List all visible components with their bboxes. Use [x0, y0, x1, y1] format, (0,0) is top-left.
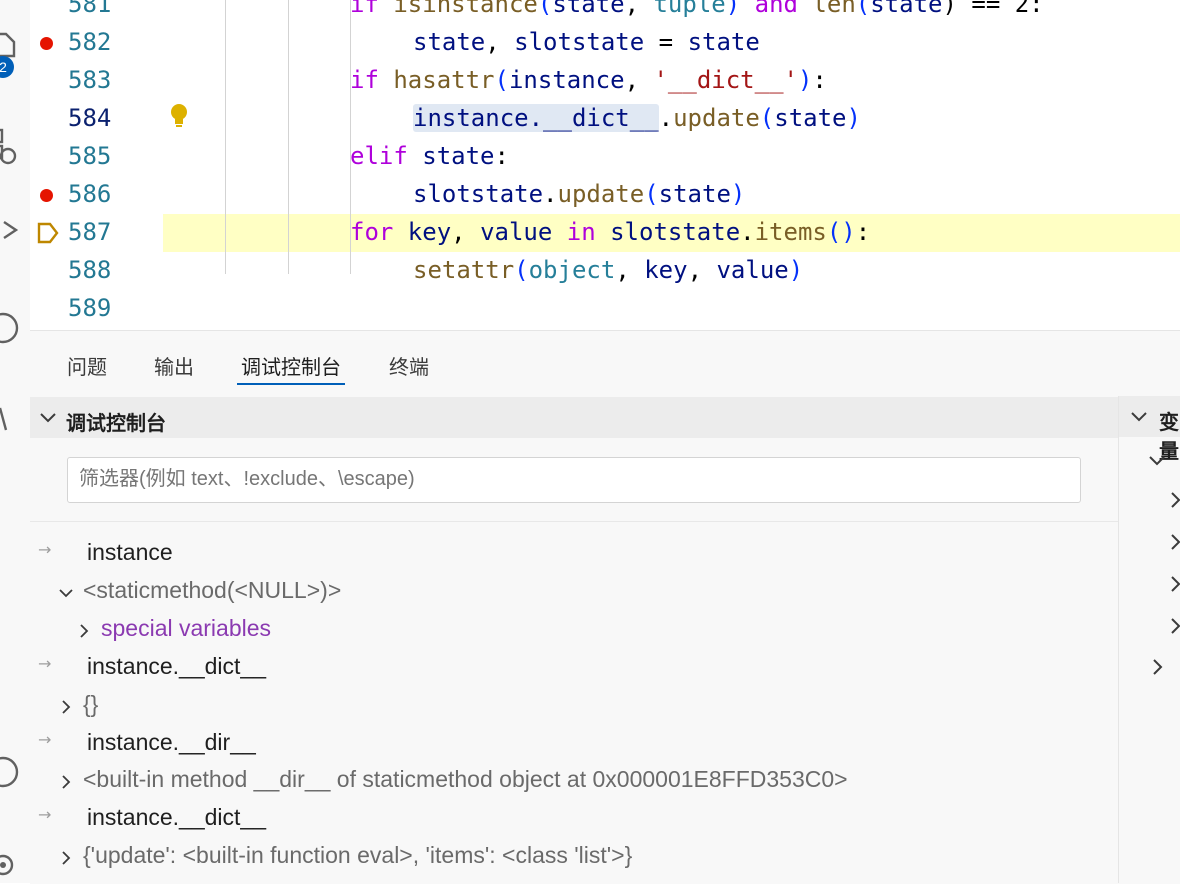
- account-icon[interactable]: [0, 752, 20, 792]
- tab-problems[interactable]: 问题: [67, 351, 107, 380]
- extensions-icon[interactable]: [0, 126, 20, 166]
- console-text: instance.__dict__: [87, 804, 267, 831]
- chevron-right-icon[interactable]: [1165, 616, 1180, 636]
- chevron-right-icon[interactable]: [58, 699, 74, 715]
- console-text: special variables: [101, 614, 272, 641]
- line-number: 584: [68, 104, 112, 132]
- section-title: 调试控制台: [66, 413, 166, 435]
- code-text[interactable]: slotstate.update(state): [413, 180, 745, 208]
- variables-header[interactable]: 变量: [1119, 396, 1180, 463]
- panel-tabs: 问题 输出 调试控制台 终端: [30, 331, 1180, 397]
- code-text[interactable]: if isinstance(state, tuple) and len(stat…: [350, 0, 1044, 18]
- line-number: 587: [68, 218, 112, 246]
- chevron-right-icon[interactable]: [1165, 490, 1180, 510]
- testing-icon[interactable]: [0, 404, 20, 434]
- line-number: 582: [68, 28, 112, 56]
- indent-guide: [288, 0, 289, 274]
- bottom-panel: 问题 输出 调试控制台 终端 调试控制台 → instance <staticmet…: [30, 330, 1180, 884]
- indent-guide: [225, 0, 226, 274]
- console-filter: [67, 457, 1081, 503]
- chevron-right-icon[interactable]: [76, 623, 92, 639]
- input-arrow-icon: →: [38, 729, 52, 749]
- console-text: {}: [83, 690, 99, 717]
- chevron-right-icon[interactable]: [1147, 657, 1167, 677]
- console-input-row[interactable]: → instance: [30, 536, 1118, 574]
- tab-debug-console[interactable]: 调试控制台: [237, 351, 345, 385]
- tab-terminal[interactable]: 终端: [389, 351, 429, 380]
- line-number: 581: [68, 0, 112, 18]
- code-line[interactable]: [30, 138, 1180, 176]
- active-tab-indicator: [237, 383, 345, 385]
- console-input-row[interactable]: → instance.__dict__: [30, 801, 1118, 839]
- indent-guide: [350, 0, 351, 274]
- activity-bar: 2: [0, 0, 31, 883]
- console-special-row[interactable]: special variables: [30, 612, 1118, 650]
- console-text: instance.__dict__: [87, 652, 267, 679]
- line-number: 585: [68, 142, 112, 170]
- chevron-right-icon[interactable]: [1165, 574, 1180, 594]
- console-text: instance: [87, 539, 173, 565]
- code-text[interactable]: for key, value in slotstate.items():: [350, 218, 870, 246]
- breakpoint-icon[interactable]: [40, 37, 53, 50]
- chevron-right-icon[interactable]: [58, 850, 74, 866]
- code-line[interactable]: [30, 290, 1180, 328]
- console-input-row[interactable]: → instance.__dir__: [30, 726, 1118, 764]
- code-text[interactable]: instance.__dict__.update(state): [413, 104, 861, 132]
- chevron-down-icon: [1131, 412, 1147, 422]
- input-arrow-icon: →: [38, 805, 52, 825]
- chevron-right-icon[interactable]: [58, 774, 74, 790]
- console-input-row[interactable]: → instance.__dict__: [30, 650, 1118, 688]
- code-text[interactable]: setattr(object, key, value): [413, 256, 803, 284]
- console-result-row[interactable]: <built-in method __dir__ of staticmethod…: [30, 763, 1118, 801]
- remote-icon[interactable]: [0, 308, 20, 348]
- line-number: 588: [68, 256, 112, 284]
- console-result-row[interactable]: {}: [30, 688, 1118, 726]
- chevron-right-icon[interactable]: [1165, 532, 1180, 552]
- chevron-down-icon: [40, 413, 56, 423]
- code-text[interactable]: if hasattr(instance, '__dict__'):: [350, 66, 827, 94]
- line-number: 589: [68, 294, 112, 322]
- debug-console-output[interactable]: → instance <staticmethod(<NULL>)> special v…: [30, 521, 1118, 885]
- chevron-down-icon[interactable]: [58, 585, 74, 601]
- input-arrow-icon: →: [38, 540, 52, 559]
- line-number: 583: [68, 66, 112, 94]
- code-text[interactable]: elif state:: [350, 142, 509, 170]
- line-number: 586: [68, 180, 112, 208]
- console-text: <built-in method __dir__ of staticmethod…: [83, 766, 848, 793]
- console-text: {'update': <built-in function eval>, 'it…: [83, 842, 633, 869]
- code-text[interactable]: state, slotstate = state: [413, 28, 760, 56]
- debug-console-section-header[interactable]: 调试控制台: [30, 397, 1118, 438]
- tab-output[interactable]: 输出: [154, 351, 194, 380]
- input-arrow-icon: →: [38, 653, 52, 673]
- settings-gear-icon[interactable]: [0, 848, 20, 882]
- filter-input[interactable]: [68, 458, 1080, 500]
- variables-pane: 变量: [1118, 396, 1180, 883]
- console-result-row[interactable]: <staticmethod(<NULL>)>: [30, 574, 1118, 612]
- console-text: <staticmethod(<NULL>)>: [83, 576, 342, 603]
- debug-stopped-arrow-icon: [37, 222, 59, 244]
- console-text: instance.__dir__: [87, 728, 256, 755]
- console-result-row[interactable]: {'update': <built-in function eval>, 'it…: [30, 839, 1118, 877]
- lightbulb-icon[interactable]: [168, 102, 190, 130]
- code-editor[interactable]: 581 if isinstance(state, tuple) and len(s…: [30, 0, 1180, 330]
- breakpoint-icon[interactable]: [40, 189, 53, 202]
- run-debug-icon[interactable]: [0, 218, 20, 242]
- chevron-down-icon[interactable]: [1147, 450, 1167, 470]
